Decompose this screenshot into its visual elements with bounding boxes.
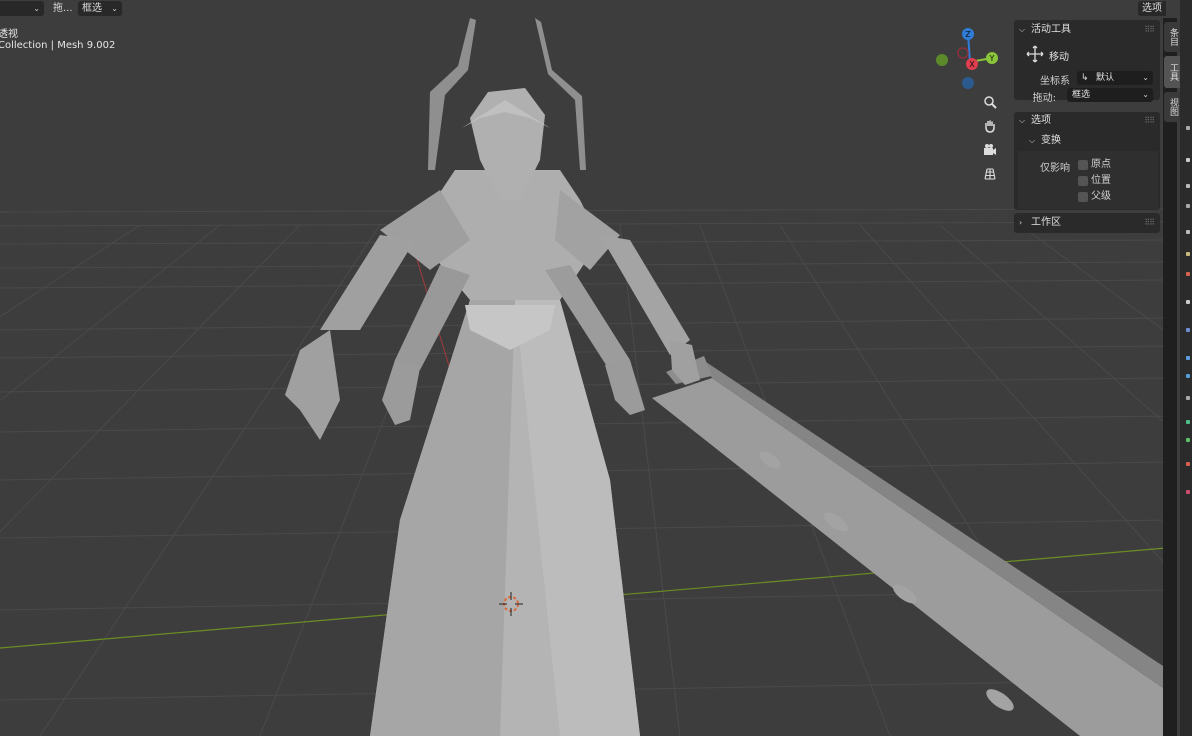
view-name: 透视 <box>0 29 18 40</box>
chevron-down-icon: ⌵ <box>1029 136 1036 145</box>
workspace-header[interactable]: › 工作区 ⠿⠿ <box>1014 214 1160 232</box>
output-icon[interactable] <box>1186 184 1190 188</box>
camera-icon[interactable] <box>980 140 1000 160</box>
scene-icon[interactable] <box>1186 230 1190 234</box>
object-icon[interactable] <box>1186 300 1190 304</box>
drag-dropdown[interactable]: 框选 ⌄ <box>1067 88 1153 102</box>
transform-title: 变换 <box>1041 135 1061 146</box>
navigation-gizmo[interactable]: Z Y X <box>930 22 1010 102</box>
drag-handle-icon[interactable]: ⠿⠿ <box>1144 21 1155 39</box>
chevron-down-icon: ⌄ <box>1142 90 1149 99</box>
particles-icon[interactable] <box>1186 356 1190 360</box>
chevron-down-icon: ⌵ <box>1019 116 1026 125</box>
coord-system-value: 默认 <box>1096 73 1115 83</box>
svg-text:X: X <box>969 60 975 69</box>
svg-text:Y: Y <box>989 54 995 63</box>
zoom-icon[interactable] <box>980 92 1000 112</box>
transform-subheader[interactable]: ⌵ 变换 <box>1024 132 1154 150</box>
shader-icon[interactable] <box>1186 490 1190 494</box>
affect-only-label: 仅影响 <box>1040 163 1070 174</box>
neg-y-axis-icon <box>936 54 948 66</box>
tab-view[interactable]: 视图 <box>1164 92 1180 122</box>
sidebar-tab-strip <box>1163 18 1177 736</box>
physics-icon[interactable] <box>1186 374 1190 378</box>
tab-tool[interactable]: 工具 <box>1164 56 1180 88</box>
select-mode-label: 框选 <box>82 3 102 14</box>
render-icon[interactable] <box>1186 158 1190 162</box>
grid-ortho-icon[interactable] <box>980 164 1000 184</box>
data-icon[interactable] <box>1186 420 1190 424</box>
tool-name: 移动 <box>1049 52 1069 63</box>
sword-mesh <box>652 356 1166 736</box>
tab-item[interactable]: 条目 <box>1164 22 1180 52</box>
drag-value: 框选 <box>1072 90 1091 100</box>
options-header[interactable]: ⌵ 选项 ⠿⠿ <box>1014 112 1160 130</box>
3d-viewport[interactable]: ⌄ 拖... 框选 ⌄ 选项 ⌄ 透视 Collection | Mesh 9.… <box>0 0 1166 736</box>
origin-label: 原点 <box>1091 159 1111 170</box>
collection-icon[interactable] <box>1186 272 1190 276</box>
drag-field-label: 拖动: <box>1032 93 1056 104</box>
location-checkbox[interactable] <box>1078 176 1088 186</box>
parent-checkbox[interactable] <box>1078 192 1088 202</box>
drag-label: 拖... <box>53 3 73 14</box>
collection-info: Collection | Mesh 9.002 <box>0 40 116 51</box>
select-mode-dropdown[interactable]: 框选 ⌄ <box>78 1 122 16</box>
options-button[interactable]: 选项 ⌄ <box>1138 1 1166 16</box>
move-tool-icon[interactable] <box>1026 45 1044 66</box>
material-icon[interactable] <box>1186 438 1190 442</box>
chevron-down-icon: ⌄ <box>111 4 118 13</box>
constraints-icon[interactable] <box>1186 396 1190 400</box>
options-button-label: 选项 <box>1142 3 1162 14</box>
origin-checkbox[interactable] <box>1078 160 1088 170</box>
mode-dropdown[interactable]: ⌄ <box>0 1 44 16</box>
chevron-down-icon: ⌄ <box>33 4 40 13</box>
properties-edge-strip <box>1180 0 1192 736</box>
chevron-down-icon: ⌵ <box>1019 25 1026 34</box>
options-title: 选项 <box>1031 115 1051 126</box>
coord-system-label: 坐标系 <box>1040 76 1070 87</box>
svg-text:Z: Z <box>965 30 971 39</box>
view-layer-icon[interactable] <box>1186 204 1190 208</box>
drag-handle-icon[interactable]: ⠿⠿ <box>1144 214 1155 232</box>
location-label: 位置 <box>1091 175 1111 186</box>
tool-icon[interactable] <box>1186 126 1190 130</box>
transform-orientation-icon: ↳ <box>1081 73 1089 83</box>
world-icon[interactable] <box>1186 252 1190 256</box>
chevron-down-icon: ⌄ <box>1142 73 1149 82</box>
neg-z-axis-icon <box>962 77 974 89</box>
active-tool-title: 活动工具 <box>1031 24 1071 35</box>
modifier-icon[interactable] <box>1186 328 1190 332</box>
hand-pan-icon[interactable] <box>980 116 1000 136</box>
active-tool-header[interactable]: ⌵ 活动工具 ⠿⠿ <box>1014 21 1160 39</box>
texture-icon[interactable] <box>1186 462 1190 466</box>
coord-system-dropdown[interactable]: ↳ 默认 ⌄ <box>1077 71 1153 85</box>
workspace-title: 工作区 <box>1031 217 1061 228</box>
neg-x-axis-icon <box>957 47 969 59</box>
chevron-right-icon: › <box>1019 218 1023 227</box>
parent-label: 父级 <box>1091 191 1111 202</box>
drag-handle-icon[interactable]: ⠿⠿ <box>1144 112 1155 130</box>
